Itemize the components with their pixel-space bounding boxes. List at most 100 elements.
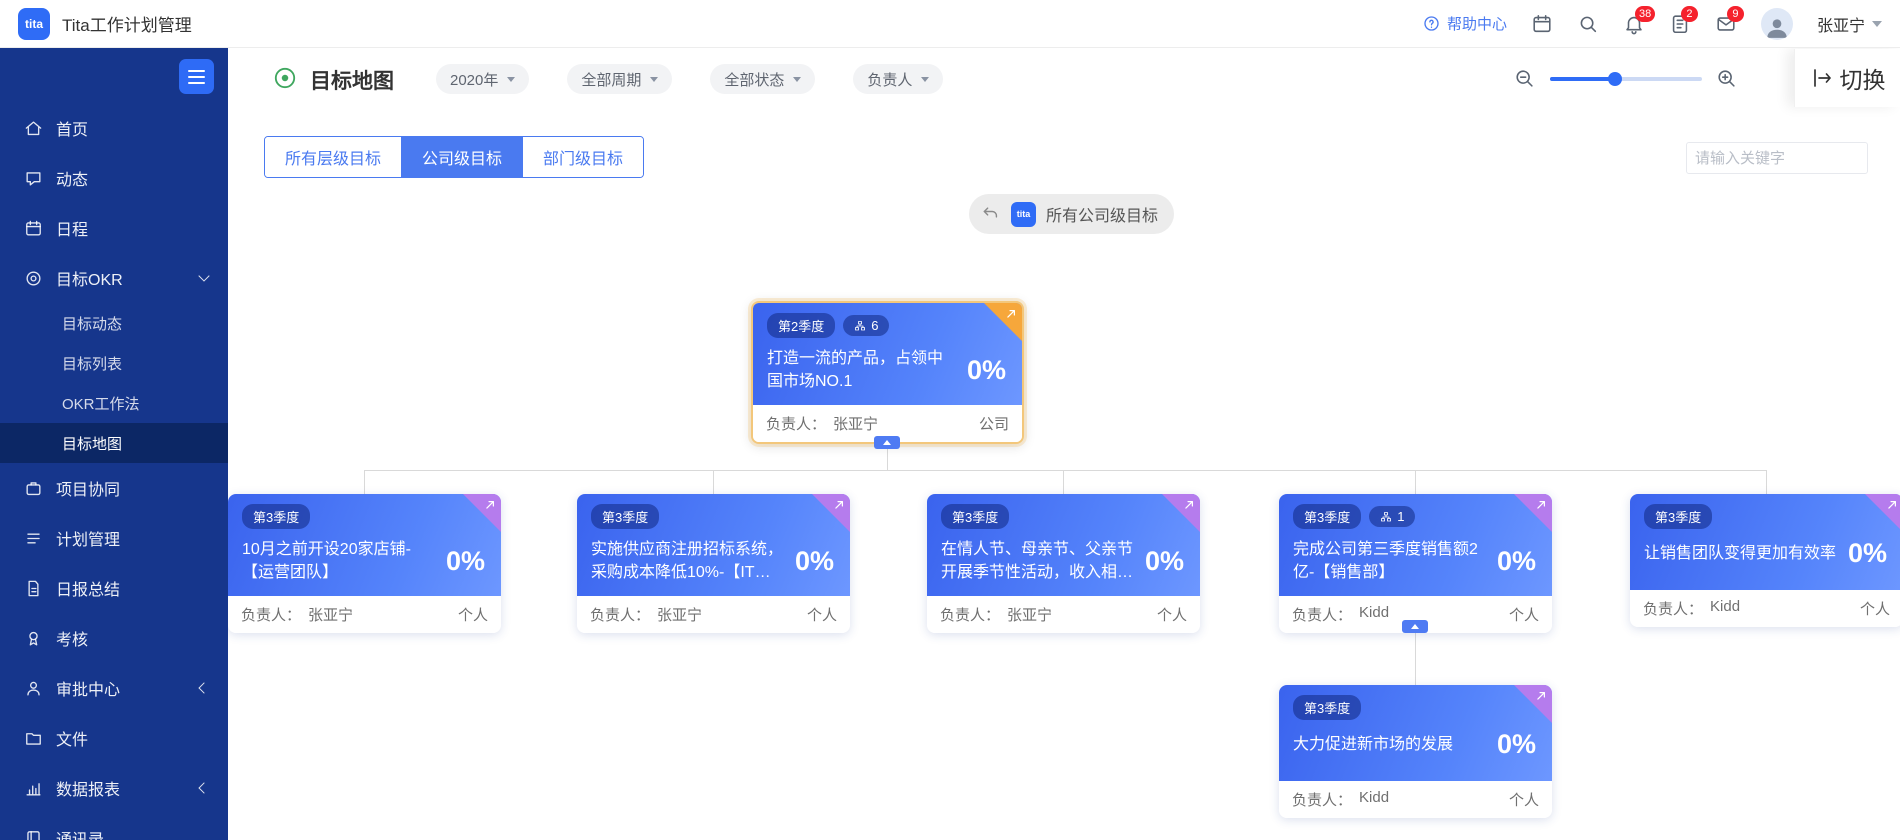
user-avatar[interactable] <box>1760 7 1793 40</box>
topbar-actions: 帮助中心 38 2 9 张亚宁 <box>1422 5 1882 40</box>
mail-badge: 9 <box>1726 5 1744 22</box>
scope-label: 个人 <box>1859 601 1890 618</box>
burger-icon <box>188 69 205 72</box>
period-badge: 第3季度 <box>242 504 311 529</box>
notifications-button[interactable]: 38 <box>1623 5 1656 35</box>
collapse-menu-button[interactable] <box>179 59 214 94</box>
scope-label: 公司 <box>978 416 1009 434</box>
objective-title: 大力促进新市场的发展 <box>1293 735 1454 753</box>
search-button[interactable] <box>1577 13 1599 35</box>
person-icon <box>27 681 40 696</box>
mail-button[interactable]: 9 <box>1715 5 1744 35</box>
tita-logo[interactable]: tita <box>18 7 50 40</box>
share-arrow-icon <box>1537 691 1546 700</box>
owner-name[interactable]: Kidd <box>1359 789 1389 810</box>
period-badge: 第3季度 <box>591 504 660 529</box>
scope-label: 个人 <box>806 607 837 625</box>
period-badge: 第2季度 <box>767 313 836 338</box>
switch-label: 切换 <box>1839 67 1886 93</box>
switch-view-button[interactable]: 切换 <box>1794 49 1900 107</box>
home-icon <box>25 120 42 135</box>
sidebar-item-assessment[interactable]: 考核 <box>0 613 228 663</box>
sidebar-item-schedule[interactable]: 日程 <box>0 203 228 253</box>
connector-line <box>1766 470 1767 494</box>
sidebar-item-files[interactable]: 文件 <box>0 713 228 763</box>
org-chart-icon <box>1381 511 1392 521</box>
share-arrow-icon <box>1888 500 1897 509</box>
sidebar-item-label: 日报总结 <box>56 582 121 599</box>
owner-name[interactable]: Kidd <box>1359 604 1389 625</box>
okr-card-body: 第2季度 6 打造一流的产品，占领中国市场NO.1 0% <box>753 303 1022 406</box>
objective-progress: 0% <box>1847 538 1887 568</box>
objective-progress: 0% <box>1496 545 1536 576</box>
connector-line <box>1063 470 1064 494</box>
sidebar-item-feed[interactable]: 动态 <box>0 153 228 203</box>
okr-map-canvas[interactable]: 第2季度 6 打造一流的产品，占领中国市场NO.1 0% 负责人： 张亚宁 公司 <box>228 48 1900 840</box>
sidebar-item-approvals[interactable]: 审批中心 <box>0 663 228 713</box>
sidebar-burger-row <box>0 48 228 103</box>
sidebar-item-okr[interactable]: 目标OKR <box>0 253 228 303</box>
sidebar-item-label: 日程 <box>56 222 89 239</box>
memo-button[interactable]: 2 <box>1669 5 1698 35</box>
connector-line <box>1415 627 1416 685</box>
sidebar-item-home[interactable]: 首页 <box>0 103 228 153</box>
okr-card-child[interactable]: 第3季度 10月之前开设20家店铺-【运营团队】 0% 负责人： 张亚宁 个人 <box>228 494 501 634</box>
sidebar-subitem-label: 目标动态 <box>62 315 123 333</box>
target-icon <box>26 270 41 286</box>
connector-line <box>364 470 1767 471</box>
org-chart-icon <box>855 320 866 330</box>
user-menu[interactable]: 张亚宁 <box>1817 12 1882 36</box>
objective-title: 让销售团队变得更加有效率 <box>1644 544 1837 562</box>
sidebar-item-projects[interactable]: 项目协同 <box>0 463 228 513</box>
owner-name[interactable]: 张亚宁 <box>1007 604 1052 625</box>
okr-card-child[interactable]: 第3季度 在情人节、母亲节、父亲节开展季节性活动，收入相比… 0% 负责人： 张亚… <box>927 494 1200 634</box>
owner-label: 负责人： <box>241 607 302 625</box>
sidebar-item-contacts[interactable]: 通讯录 <box>0 813 228 840</box>
okr-card-child[interactable]: 第3季度 实施供应商注册招标系统，采购成本降低10%-【IT部门】 0% 负责人… <box>577 494 850 634</box>
sidebar-item-label: 计划管理 <box>56 532 121 549</box>
okr-card-grandchild[interactable]: 第3季度 大力促进新市场的发展 0% 负责人： Kidd 个人 <box>1279 685 1552 818</box>
sidebar-item-okr-feed[interactable]: 目标动态 <box>0 303 228 343</box>
okr-card-child[interactable]: 第3季度 1 完成公司第三季度销售额2亿-【销售部】 0% 负责人： Kidd 个… <box>1279 494 1552 634</box>
sidebar-item-label: 通讯录 <box>56 826 104 840</box>
collapse-children-tab[interactable] <box>874 436 900 449</box>
address-book-icon <box>27 830 40 840</box>
objective-progress: 0% <box>445 545 485 576</box>
sidebar-item-okr-method[interactable]: OKR工作法 <box>0 383 228 423</box>
scope-label: 个人 <box>1156 607 1187 625</box>
help-center-link[interactable]: 帮助中心 <box>1422 13 1507 34</box>
owner-label: 负责人： <box>940 607 1001 625</box>
sidebar-item-daily-report[interactable]: 日报总结 <box>0 563 228 613</box>
period-badge: 第3季度 <box>1293 504 1362 529</box>
sidebar-item-reports[interactable]: 数据报表 <box>0 763 228 813</box>
sidebar-item-okr-map[interactable]: 目标地图 <box>0 423 228 463</box>
bar-chart-icon <box>26 782 41 796</box>
chevron-left-icon <box>198 782 210 794</box>
folder-icon <box>26 732 41 745</box>
collapse-children-tab[interactable] <box>1402 620 1428 633</box>
switch-icon <box>1813 69 1831 87</box>
owner-name[interactable]: 张亚宁 <box>657 604 702 625</box>
app-title: Tita工作计划管理 <box>62 16 192 35</box>
connector-line <box>364 470 365 494</box>
chevron-left-icon <box>198 682 210 694</box>
objective-title: 10月之前开设20家店铺-【运营团队】 <box>242 541 411 582</box>
calendar-button[interactable] <box>1531 13 1553 35</box>
owner-name[interactable]: 张亚宁 <box>833 413 878 434</box>
calendar-icon <box>26 220 41 236</box>
sidebar-item-label: 目标OKR <box>56 272 123 289</box>
okr-card-root[interactable]: 第2季度 6 打造一流的产品，占领中国市场NO.1 0% 负责人： 张亚宁 公司 <box>751 301 1024 445</box>
sidebar-item-plans[interactable]: 计划管理 <box>0 513 228 563</box>
sidebar-item-label: 首页 <box>56 122 89 139</box>
connector-line <box>1415 470 1416 494</box>
sidebar-item-okr-list[interactable]: 目标列表 <box>0 343 228 383</box>
document-icon <box>28 580 39 596</box>
notifications-badge: 38 <box>1634 5 1656 22</box>
okr-card-child[interactable]: 第3季度 让销售团队变得更加有效率 0% 负责人： Kidd 个人 <box>1630 494 1900 627</box>
owner-name[interactable]: 张亚宁 <box>308 604 353 625</box>
connector-line <box>713 470 714 494</box>
owner-name[interactable]: Kidd <box>1710 598 1740 619</box>
chat-icon <box>26 171 41 186</box>
arrow-up-icon <box>883 440 891 445</box>
scope-label: 个人 <box>1508 792 1539 809</box>
